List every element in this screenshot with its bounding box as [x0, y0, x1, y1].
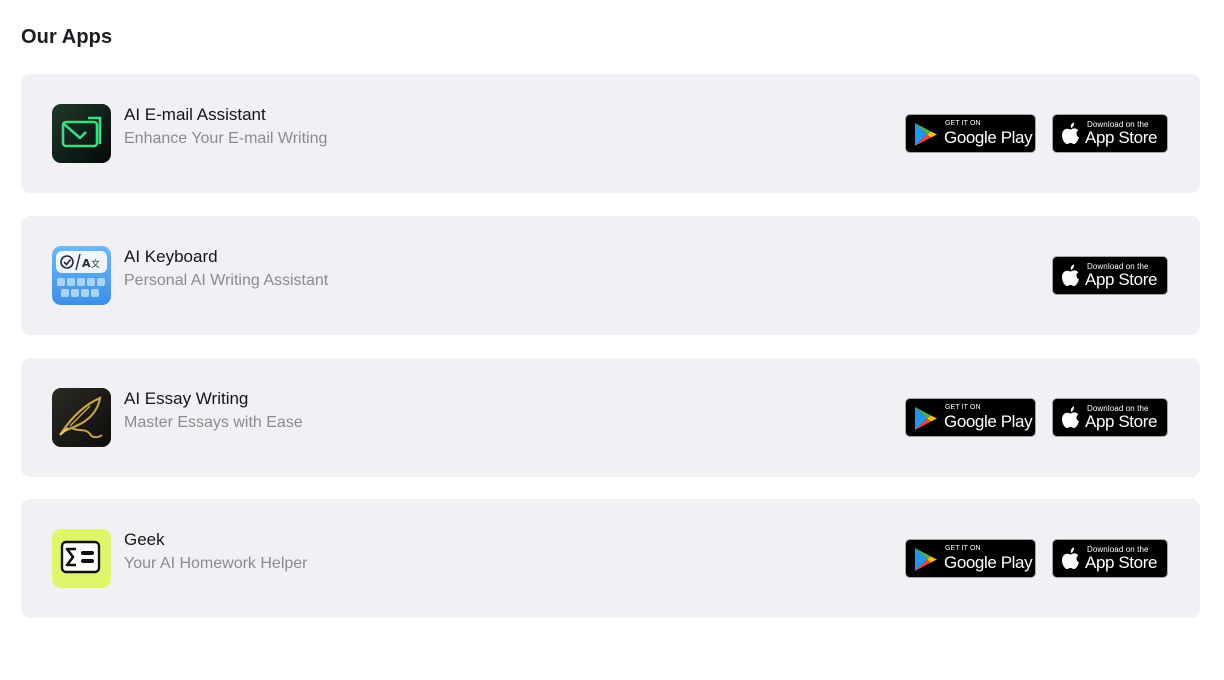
app-tagline: Enhance Your E-mail Writing — [124, 130, 328, 147]
badge-big-text: App Store — [1085, 270, 1158, 289]
apps-page: Our Apps AI E-mail Assistant Enhance You… — [0, 0, 1224, 680]
app-store-badge[interactable]: Download on the App Store — [1052, 256, 1168, 295]
google-play-icon — [914, 122, 938, 152]
app-tagline: Your AI Homework Helper — [124, 555, 308, 572]
google-play-badge[interactable]: GET IT ON Google Play — [905, 398, 1036, 437]
svg-text:文: 文 — [91, 258, 100, 270]
app-store-badge[interactable]: Download on the App Store — [1052, 539, 1168, 578]
app-card-essay-writing[interactable]: AI Essay Writing Master Essays with Ease… — [21, 358, 1200, 477]
apple-icon — [1061, 547, 1081, 576]
email-assistant-app-icon[interactable] — [52, 104, 111, 163]
badge-small-text: GET IT ON — [945, 404, 981, 411]
sigma-homework-app-icon[interactable] — [52, 529, 111, 588]
google-play-icon — [914, 547, 938, 577]
app-name[interactable]: AI Keyboard — [124, 247, 218, 267]
app-name[interactable]: AI Essay Writing — [124, 389, 248, 409]
apple-icon — [1061, 122, 1081, 151]
keyboard-icon-letter: A — [82, 257, 91, 270]
apple-icon — [1061, 264, 1081, 293]
section-title: Our Apps — [21, 26, 113, 48]
badge-big-text: Google Play — [944, 128, 1033, 147]
badge-small-text: GET IT ON — [945, 545, 981, 552]
app-name[interactable]: AI E-mail Assistant — [124, 105, 266, 125]
badge-big-text: Google Play — [944, 553, 1033, 572]
apple-icon — [1061, 406, 1081, 435]
badge-big-text: Google Play — [944, 412, 1033, 431]
google-play-badge[interactable]: GET IT ON Google Play — [905, 114, 1036, 153]
google-play-icon — [914, 406, 938, 436]
ai-keyboard-app-icon[interactable]: A 文 — [52, 246, 111, 305]
badge-big-text: App Store — [1085, 128, 1158, 147]
app-card-ai-keyboard[interactable]: A 文 AI Keyboard Personal AI Writing Assi… — [21, 216, 1200, 335]
app-store-badge[interactable]: Download on the App Store — [1052, 114, 1168, 153]
badge-small-text: GET IT ON — [945, 120, 981, 127]
essay-quill-app-icon[interactable] — [52, 388, 111, 447]
badge-big-text: App Store — [1085, 412, 1158, 431]
app-tagline: Personal AI Writing Assistant — [124, 272, 329, 289]
app-name[interactable]: Geek — [124, 530, 165, 550]
app-tagline: Master Essays with Ease — [124, 414, 303, 431]
app-card-email-assistant[interactable]: AI E-mail Assistant Enhance Your E-mail … — [21, 74, 1200, 193]
app-store-badge[interactable]: Download on the App Store — [1052, 398, 1168, 437]
badge-big-text: App Store — [1085, 553, 1158, 572]
app-card-geek[interactable]: Geek Your AI Homework Helper GET IT ON G… — [21, 499, 1200, 618]
google-play-badge[interactable]: GET IT ON Google Play — [905, 539, 1036, 578]
